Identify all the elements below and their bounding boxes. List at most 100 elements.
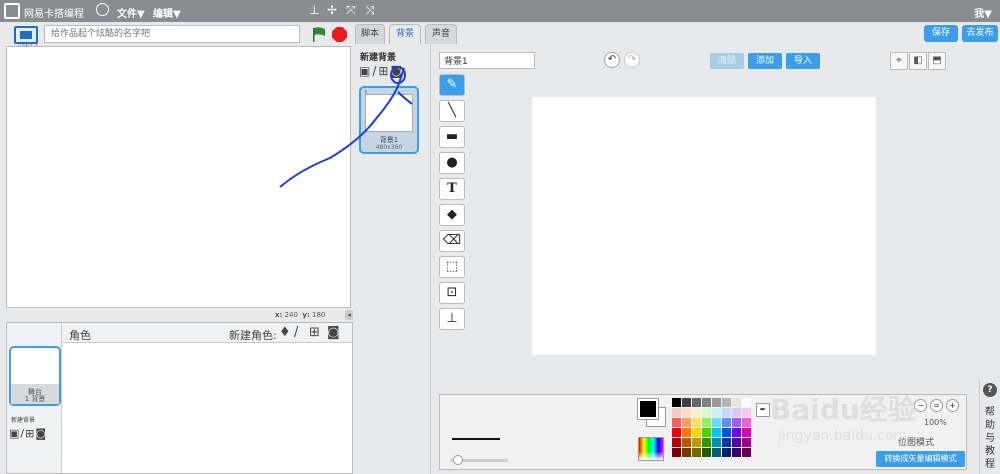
brush-tool-icon[interactable]: ✎ [439, 74, 465, 96]
palette-swatch-12[interactable] [712, 408, 721, 417]
remove-background-tool-icon[interactable]: ⊡ [439, 282, 465, 304]
ellipse-tool-icon[interactable]: ● [439, 152, 465, 174]
tab-sounds[interactable]: 声音 [425, 24, 457, 44]
palette-swatch-15[interactable] [742, 408, 751, 417]
palette-swatch-22[interactable] [732, 418, 741, 427]
backdrop-name-input[interactable] [439, 52, 535, 69]
palette-swatch-43[interactable] [702, 448, 711, 457]
palette-swatch-23[interactable] [742, 418, 751, 427]
palette-swatch-5[interactable] [722, 398, 731, 407]
palette-swatch-33[interactable] [682, 438, 691, 447]
palette-swatch-2[interactable] [692, 398, 701, 407]
palette-swatch-19[interactable] [702, 418, 711, 427]
upload-backdrop-icon[interactable]: ⊞ [378, 64, 390, 78]
select-tool-icon[interactable]: ⬚ [439, 256, 465, 278]
stamp-tool-icon[interactable]: ⊥ [439, 308, 465, 330]
cut-icon[interactable]: ✢ [327, 3, 337, 17]
language-globe-icon[interactable] [96, 3, 109, 16]
palette-swatch-10[interactable] [692, 408, 701, 417]
clear-button[interactable]: 清除 [710, 53, 744, 69]
palette-swatch-42[interactable] [692, 448, 701, 457]
text-tool-icon[interactable]: T [439, 178, 465, 200]
palette-swatch-32[interactable] [672, 438, 681, 447]
palette-swatch-9[interactable] [682, 408, 691, 417]
zoom-reset-icon[interactable]: = [930, 399, 943, 412]
menu-edit[interactable]: 编辑▼ [153, 5, 181, 20]
undo-icon[interactable]: ↶ [604, 52, 620, 68]
stage-canvas[interactable] [6, 46, 351, 308]
shrink-icon[interactable]: ⤨ [365, 3, 375, 18]
palette-swatch-24[interactable] [672, 428, 681, 437]
camera-backdrop-small-icon[interactable]: ◙ [35, 427, 47, 440]
palette-swatch-25[interactable] [682, 428, 691, 437]
camera-sprite-icon[interactable]: ◙ [327, 325, 340, 340]
paint-canvas[interactable] [532, 97, 876, 355]
color-spectrum-picker[interactable] [638, 437, 664, 461]
fullscreen-icon[interactable] [14, 26, 38, 44]
palette-swatch-28[interactable] [712, 428, 721, 437]
convert-to-vector-button[interactable]: 转换成矢量编辑模式 [876, 451, 965, 467]
save-button[interactable]: 保存 [924, 25, 958, 42]
palette-swatch-1[interactable] [682, 398, 691, 407]
palette-swatch-20[interactable] [712, 418, 721, 427]
line-tool-icon[interactable]: ╲ [439, 100, 465, 122]
help-tutorial-label[interactable]: 帮助与教程 [985, 406, 996, 471]
set-costume-center-icon[interactable]: ⌖ [890, 52, 908, 70]
zoom-out-icon[interactable]: − [914, 399, 927, 412]
stage-thumbnail[interactable]: 舞台 1 背景 [9, 346, 61, 406]
grow-icon[interactable]: ⤧ [346, 3, 356, 18]
upload-backdrop-small-icon[interactable]: ⊞ [25, 427, 35, 440]
palette-swatch-39[interactable] [742, 438, 751, 447]
palette-swatch-16[interactable] [672, 418, 681, 427]
camera-backdrop-icon[interactable]: ◙ [390, 64, 404, 78]
menu-file[interactable]: 文件▼ [117, 5, 145, 20]
palette-swatch-18[interactable] [692, 418, 701, 427]
help-icon[interactable]: ? [983, 383, 997, 397]
upload-sprite-icon[interactable]: ⊞ [309, 325, 320, 340]
backdrop-thumbnail[interactable]: 1 背景1 480x360 [359, 86, 419, 154]
tab-scripts[interactable]: 脚本 [355, 24, 385, 44]
palette-swatch-0[interactable] [672, 398, 681, 407]
paint-sprite-icon[interactable]: / [294, 325, 298, 340]
palette-swatch-6[interactable] [732, 398, 741, 407]
palette-swatch-41[interactable] [682, 448, 691, 457]
flip-vertical-icon[interactable]: ⬒ [928, 52, 946, 70]
stop-icon[interactable] [332, 27, 347, 42]
redo-icon[interactable]: ↷ [624, 52, 640, 68]
palette-swatch-46[interactable] [732, 448, 741, 457]
palette-swatch-34[interactable] [692, 438, 701, 447]
palette-swatch-31[interactable] [742, 428, 751, 437]
palette-swatch-40[interactable] [672, 448, 681, 457]
palette-swatch-7[interactable] [742, 398, 751, 407]
palette-swatch-14[interactable] [732, 408, 741, 417]
tab-backdrops[interactable]: 背景 [389, 24, 421, 44]
zoom-in-icon[interactable]: + [946, 399, 959, 412]
palette-swatch-3[interactable] [702, 398, 711, 407]
palette-swatch-26[interactable] [692, 428, 701, 437]
project-title-input[interactable] [44, 25, 300, 43]
primary-color-swatch[interactable] [638, 399, 658, 419]
palette-swatch-8[interactable] [672, 408, 681, 417]
palette-swatch-36[interactable] [712, 438, 721, 447]
brush-size-slider-handle[interactable] [453, 455, 463, 465]
import-button[interactable]: 导入 [786, 53, 820, 69]
palette-swatch-11[interactable] [702, 408, 711, 417]
palette-swatch-29[interactable] [722, 428, 731, 437]
palette-swatch-17[interactable] [682, 418, 691, 427]
palette-swatch-30[interactable] [732, 428, 741, 437]
palette-swatch-44[interactable] [712, 448, 721, 457]
help-sidebar[interactable]: ? 帮助与教程 [979, 380, 1000, 474]
backdrop-library-small-icon[interactable]: ▣ [9, 427, 20, 440]
brand-name[interactable]: 网易卡搭编程 [24, 5, 84, 20]
flip-horizontal-icon[interactable]: ◧ [909, 52, 927, 70]
palette-swatch-21[interactable] [722, 418, 731, 427]
palette-swatch-45[interactable] [722, 448, 731, 457]
collapse-stage-arrow-icon[interactable]: ◂ [345, 310, 353, 320]
palette-swatch-27[interactable] [702, 428, 711, 437]
palette-swatch-38[interactable] [732, 438, 741, 447]
palette-swatch-35[interactable] [702, 438, 711, 447]
palette-swatch-47[interactable] [742, 448, 751, 457]
duplicate-stamp-icon[interactable]: ⊥ [309, 3, 319, 17]
green-flag-icon[interactable] [312, 27, 326, 42]
add-button[interactable]: 添加 [748, 53, 782, 69]
